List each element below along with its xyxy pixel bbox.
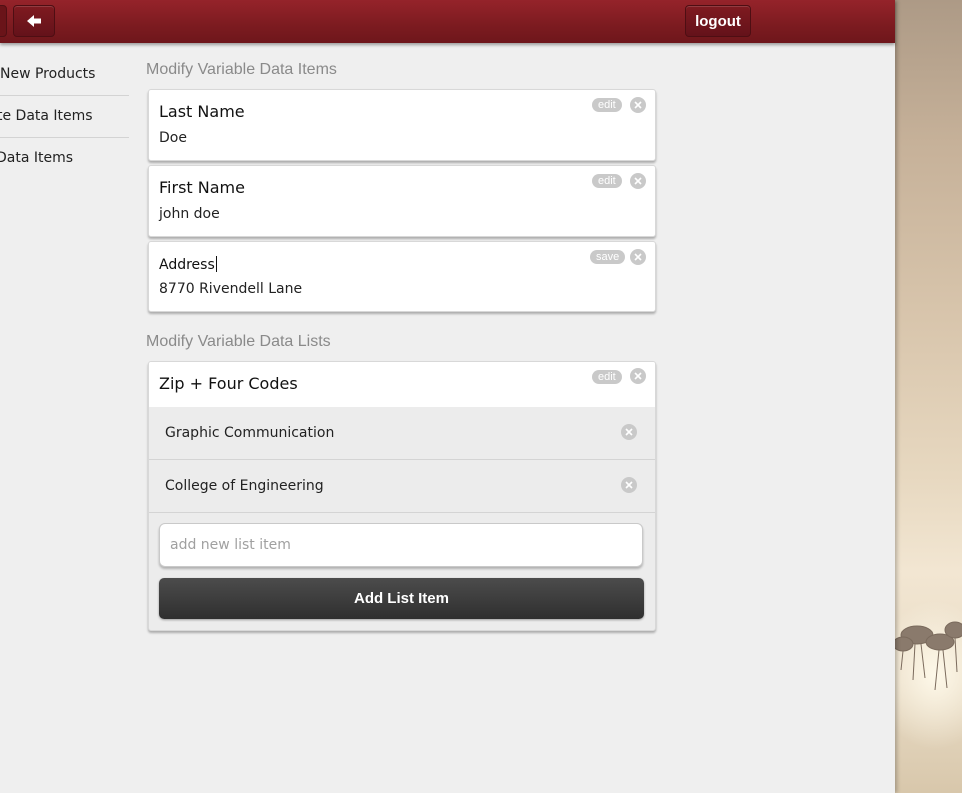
data-item-value-field[interactable]: 8770 Rivendell Lane [159, 281, 302, 297]
edit-button[interactable]: edit [592, 98, 622, 112]
app-window: logout New Products te Data Items Data I… [0, 0, 895, 793]
data-item-card: Address 8770 Rivendell Lane save [148, 241, 656, 312]
remove-list-item-button[interactable] [621, 424, 637, 440]
new-list-item-input[interactable] [159, 523, 643, 567]
data-lists-heading: Modify Variable Data Lists [146, 333, 331, 350]
data-item-label: First Name [159, 178, 245, 197]
list-item-text: College of Engineering [165, 478, 324, 494]
sidebar-item-new-products[interactable]: New Products [0, 54, 129, 96]
top-bar: logout [0, 0, 895, 43]
menu-button[interactable] [0, 5, 7, 37]
list-item: Graphic Communication [149, 407, 655, 460]
delete-button[interactable] [630, 249, 646, 265]
close-icon [634, 372, 642, 380]
close-icon [634, 253, 642, 261]
edit-button[interactable]: edit [592, 370, 622, 384]
sidebar-item-label: New Products [0, 66, 96, 82]
data-item-card: First Name john doe edit [148, 165, 656, 237]
sidebar-item-label: Data Items [0, 150, 74, 166]
list-item: College of Engineering [149, 460, 655, 513]
sidebar-item-static-data-items[interactable]: te Data Items [0, 96, 129, 138]
save-button[interactable]: save [590, 250, 626, 264]
birds-image [895, 621, 962, 691]
data-item-card: Last Name Doe edit [148, 89, 656, 161]
data-item-value: john doe [159, 206, 220, 222]
delete-list-button[interactable] [630, 368, 646, 384]
data-list-header: Zip + Four Codes edit [149, 362, 655, 408]
close-icon [634, 177, 642, 185]
delete-button[interactable] [630, 173, 646, 189]
remove-list-item-button[interactable] [621, 477, 637, 493]
close-icon [625, 481, 633, 489]
data-item-value: Doe [159, 130, 187, 146]
sidebar-item-label: te Data Items [0, 108, 93, 124]
list-item-text: Graphic Communication [165, 425, 335, 441]
close-icon [625, 428, 633, 436]
sidebar: New Products te Data Items Data Items [0, 54, 129, 179]
data-items-heading: Modify Variable Data Items [146, 61, 337, 78]
close-icon [634, 101, 642, 109]
sidebar-item-variable-data-items[interactable]: Data Items [0, 138, 129, 179]
back-button[interactable] [13, 5, 55, 37]
data-list-card: Zip + Four Codes edit Graphic Communicat… [148, 361, 656, 631]
delete-button[interactable] [630, 97, 646, 113]
edit-button[interactable]: edit [592, 174, 622, 188]
logout-button[interactable]: logout [685, 5, 751, 37]
data-item-label-field[interactable]: Address [159, 256, 217, 273]
back-arrow-icon [27, 15, 41, 27]
add-list-item-button[interactable]: Add List Item [159, 578, 644, 619]
background-photo [895, 0, 962, 793]
data-list-label: Zip + Four Codes [159, 374, 298, 393]
data-item-label: Last Name [159, 102, 245, 121]
